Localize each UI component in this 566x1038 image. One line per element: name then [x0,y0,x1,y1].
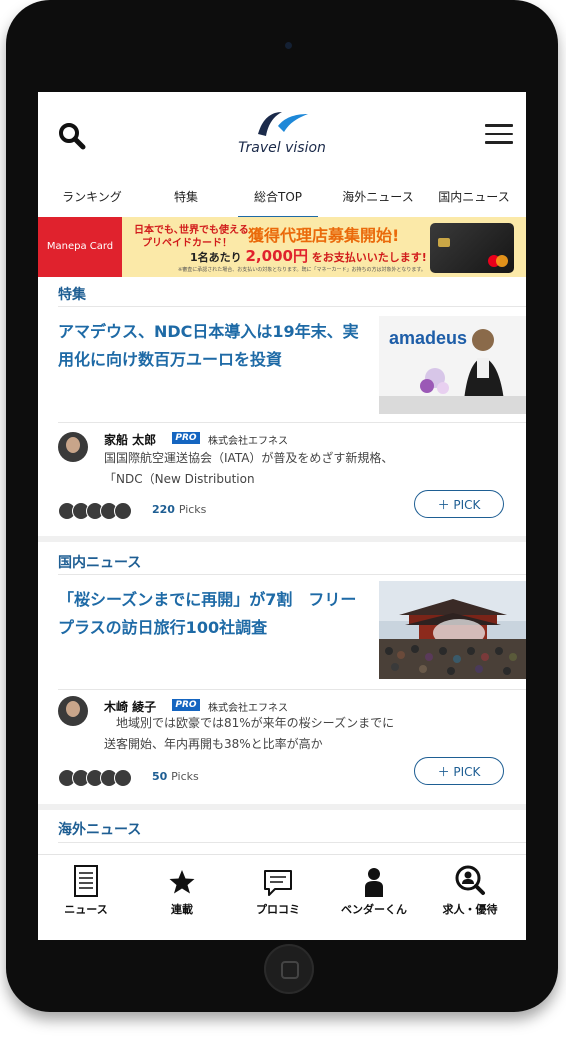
section-separator [38,804,526,810]
menu-line [485,124,513,127]
article-thumbnail[interactable]: amadeus [379,316,526,414]
pick-count[interactable]: 50 Picks [152,770,199,783]
divider [58,689,526,690]
picker-avatar [114,769,132,787]
author-company: 株式会社エフネス [208,436,288,447]
author-company: 株式会社エフネス [208,703,288,714]
banner-amount-tail: をお支払いいたします! [311,251,427,264]
search-button[interactable] [56,120,88,152]
newspaper-icon [74,865,98,897]
app-header: Travel vision [38,92,526,178]
app-screen: Travel vision ランキング 特集 総合TOP 海外ニュース 国内ニュ… [38,92,526,940]
author-name[interactable]: 家船 太郎 [104,431,156,448]
banner-fine-print: ※審査に承認された場合、お支払いの対象となります。既に「マネーカード」お持ちの方… [178,267,426,273]
category-tabs: ランキング 特集 総合TOP 海外ニュース 国内ニュース [38,186,526,218]
nav-news[interactable]: ニュース [38,863,134,933]
hamburger-menu-button[interactable] [485,124,513,146]
mastercard-logo-icon [488,255,508,267]
pick-count-suffix: Picks [171,770,199,783]
divider [58,422,526,423]
advertisement-banner[interactable]: Manepa Card 日本でも､世界でも使える プリペイドカード！ 獲得代理店… [38,217,526,277]
nav-pro-comments[interactable]: プロコミ [230,863,326,933]
section-label-feature[interactable]: 特集 [58,284,86,304]
banner-brand: Manepa Card [46,241,114,252]
divider [58,574,526,575]
avatar[interactable] [58,432,88,462]
banner-amount: 2,000円 [245,247,308,265]
front-camera [285,42,292,49]
chat-bubble-icon [264,870,292,896]
divider [58,842,526,843]
travel-vision-logo[interactable]: Travel vision [232,108,332,164]
author-comment[interactable]: 地域別では欧豪では81%が来年の桜シーズンまでに送客開始、年内再開も38%と比率… [104,713,404,755]
nav-label: 連載 [171,903,193,916]
person-icon [365,868,383,897]
search-icon [59,123,86,150]
pick-count[interactable]: 220 Picks [152,503,206,516]
pro-badge: PRO [172,699,200,711]
star-icon [169,870,195,894]
avatar[interactable] [58,696,88,726]
pick-button[interactable]: ＋ PICK [414,757,504,785]
tab-overseas-news[interactable]: 海外ニュース [336,186,420,216]
tab-domestic-news[interactable]: 国内ニュース [432,186,516,216]
nav-label: ニュース [64,903,108,916]
article-headline[interactable]: アマデウス、NDC日本導入は19年末、実用化に向け数百万ユーロを投資 [58,318,363,374]
nav-label: ベンダーくん [341,903,407,916]
nav-label: 求人・優待 [442,903,498,916]
article-thumbnail[interactable] [379,581,526,679]
banner-per-person: 1名あたり [190,251,242,264]
temple-photo [379,581,526,679]
pick-count-suffix: Picks [178,503,207,516]
amadeus-photo: amadeus [379,316,526,414]
nav-jobs-benefits[interactable]: 求人・優待 [422,863,518,933]
amadeus-wordmark: amadeus [389,328,467,348]
person-search-icon [455,865,485,895]
logo-text: Travel vision [238,140,326,156]
pick-button[interactable]: ＋ PICK [414,490,504,518]
banner-offer: 1名あたり 2,000円 をお支払いいたします! [190,245,427,266]
menu-line [485,132,513,135]
picker-avatars[interactable] [58,502,138,520]
prepaid-card-image [430,223,514,273]
pick-count-number: 50 [152,770,168,783]
section-separator [38,536,526,542]
tab-ranking[interactable]: ランキング [52,186,132,216]
tab-feature[interactable]: 特集 [156,186,216,216]
nav-vendor[interactable]: ベンダーくん [326,863,422,933]
home-button[interactable] [264,944,314,994]
manepa-card-logo: Manepa Card [38,217,122,277]
bottom-navigation: ニュース 連載 プロコミ ベンダーくん 求人・優待 [38,854,526,940]
nav-series[interactable]: 連載 [134,863,230,933]
picker-avatars[interactable] [58,769,138,787]
article-headline[interactable]: 「桜シーズンまでに再開」が7割 フリープラスの訪日旅行100社調査 [58,586,363,642]
menu-line [485,141,513,144]
nav-label: プロコミ [256,903,300,916]
author-comment[interactable]: 国国際航空運送協会（IATA）が普及をめざす新規格、「NDC（New Distr… [104,448,404,490]
picker-avatar [114,502,132,520]
section-label-domestic[interactable]: 国内ニュース [58,552,141,572]
bird-logo-icon [258,112,308,136]
divider [58,306,526,307]
section-label-overseas[interactable]: 海外ニュース [58,819,141,839]
pick-count-number: 220 [152,503,175,516]
banner-headline: 獲得代理店募集開始! [248,226,400,245]
tab-top[interactable]: 総合TOP [238,186,318,218]
pro-badge: PRO [172,432,200,444]
